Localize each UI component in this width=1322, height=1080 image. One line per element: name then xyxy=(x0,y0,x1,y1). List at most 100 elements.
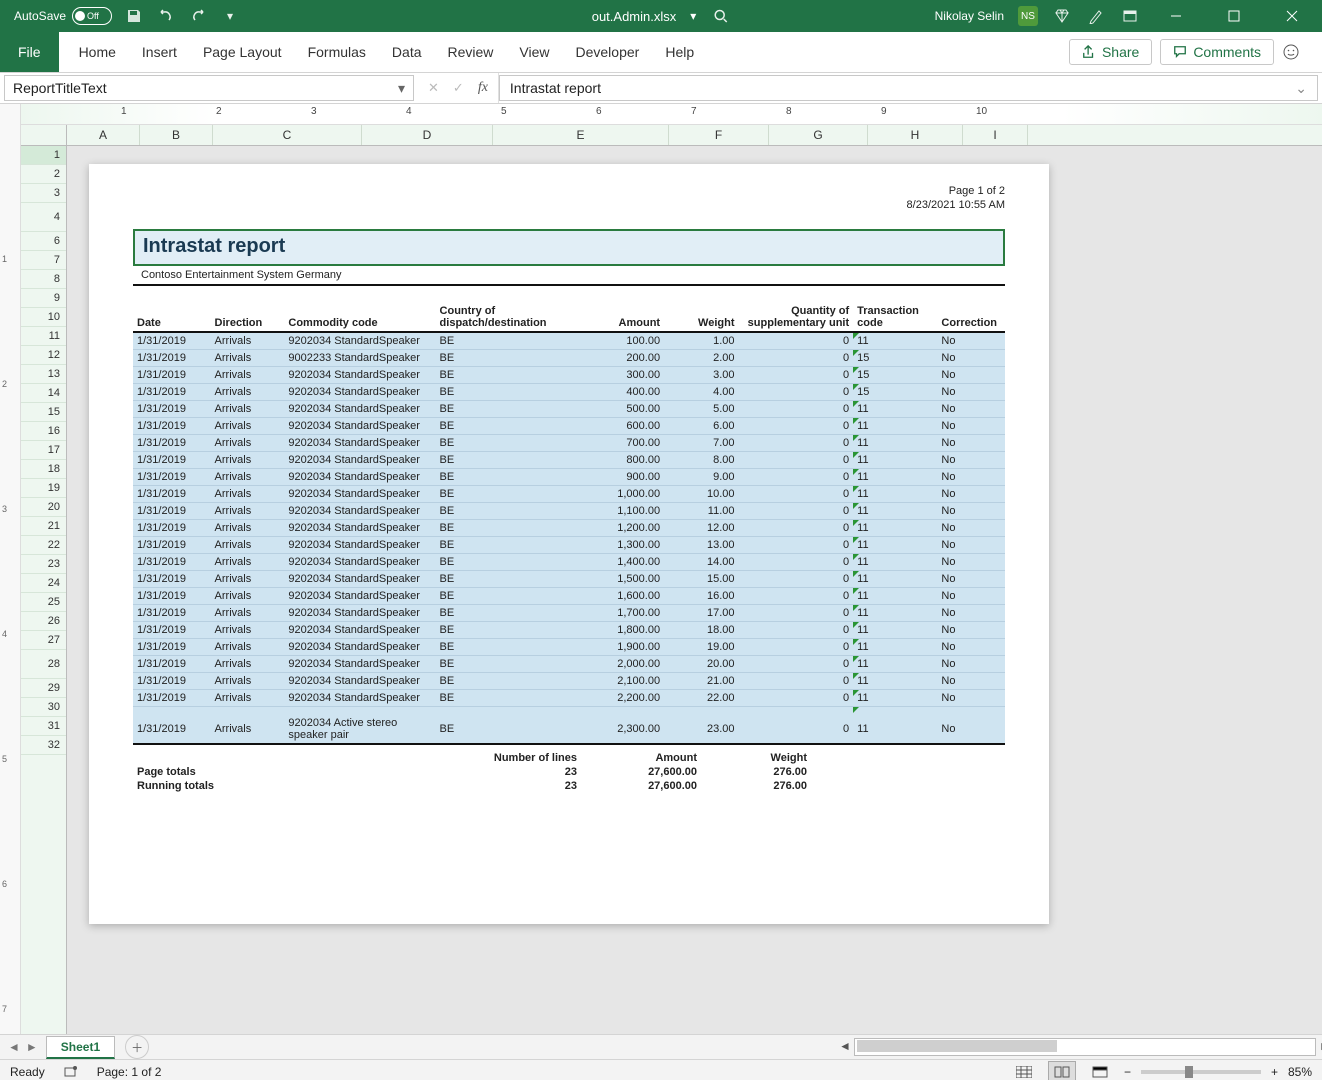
cell-ctry[interactable]: BE xyxy=(436,366,580,383)
cell-txn[interactable]: 11 xyxy=(853,621,937,638)
cell-amt[interactable]: 400.00 xyxy=(580,383,664,400)
cell-amt[interactable]: 700.00 xyxy=(580,434,664,451)
row-header[interactable]: 29 xyxy=(21,679,66,698)
cell-comm[interactable]: 9202034 StandardSpeaker xyxy=(284,689,435,706)
row-header[interactable]: 26 xyxy=(21,612,66,631)
cell-dir[interactable]: Arrivals xyxy=(211,570,285,587)
cell-comm[interactable]: 9202034 StandardSpeaker xyxy=(284,621,435,638)
cell-corr[interactable]: No xyxy=(937,502,1005,519)
cell-ctry[interactable]: BE xyxy=(436,383,580,400)
cell-txn[interactable]: 11 xyxy=(853,536,937,553)
ribbon-tab-developer[interactable]: Developer xyxy=(576,44,640,60)
cell-date[interactable]: 1/31/2019 xyxy=(133,502,211,519)
cell-corr[interactable]: No xyxy=(937,655,1005,672)
cell-date[interactable]: 1/31/2019 xyxy=(133,689,211,706)
cell-comm[interactable]: 9202034 StandardSpeaker xyxy=(284,451,435,468)
cell-amt[interactable]: 1,100.00 xyxy=(580,502,664,519)
select-all-triangle[interactable] xyxy=(21,125,67,146)
share-button[interactable]: Share xyxy=(1069,39,1152,65)
autosave-toggle[interactable]: AutoSave Off xyxy=(14,7,112,25)
cell-ctry[interactable]: BE xyxy=(436,689,580,706)
cell-wt[interactable]: 4.00 xyxy=(664,383,738,400)
cell-qty[interactable]: 0 xyxy=(739,366,854,383)
cell-dir[interactable]: Arrivals xyxy=(211,468,285,485)
file-tab[interactable]: File xyxy=(0,32,59,72)
table-row[interactable]: 1/31/2019Arrivals9202034 StandardSpeaker… xyxy=(133,468,1005,485)
cell-ctry[interactable]: BE xyxy=(436,451,580,468)
cell-amt[interactable]: 1,900.00 xyxy=(580,638,664,655)
hscroll-right-icon[interactable]: ► xyxy=(1317,1039,1322,1053)
formula-input[interactable]: Intrastat report ⌄ xyxy=(499,75,1318,101)
row-header[interactable]: 4 xyxy=(21,203,66,232)
cell-amt[interactable]: 1,700.00 xyxy=(580,604,664,621)
cell-qty[interactable]: 0 xyxy=(739,332,854,350)
table-row[interactable]: 1/31/2019Arrivals9202034 StandardSpeaker… xyxy=(133,689,1005,706)
row-header[interactable]: 8 xyxy=(21,270,66,289)
cell-dir[interactable]: Arrivals xyxy=(211,638,285,655)
cell-comm[interactable]: 9202034 StandardSpeaker xyxy=(284,519,435,536)
ribbon-tab-home[interactable]: Home xyxy=(79,44,116,60)
cell-date[interactable]: 1/31/2019 xyxy=(133,400,211,417)
cell-qty[interactable]: 0 xyxy=(739,672,854,689)
cell-amt[interactable]: 2,100.00 xyxy=(580,672,664,689)
cell-dir[interactable]: Arrivals xyxy=(211,332,285,350)
cell-date[interactable]: 1/31/2019 xyxy=(133,417,211,434)
cell-date[interactable]: 1/31/2019 xyxy=(133,655,211,672)
cell-wt[interactable]: 14.00 xyxy=(664,553,738,570)
cell-wt[interactable]: 8.00 xyxy=(664,451,738,468)
col-header-G[interactable]: G xyxy=(769,125,868,145)
cell-txn[interactable]: 11 xyxy=(853,485,937,502)
cell-date[interactable]: 1/31/2019 xyxy=(133,349,211,366)
table-row[interactable]: 1/31/2019Arrivals9202034 StandardSpeaker… xyxy=(133,655,1005,672)
cell-ctry[interactable]: BE xyxy=(436,638,580,655)
cell-dir[interactable]: Arrivals xyxy=(211,485,285,502)
cell-txn[interactable]: 11 xyxy=(853,655,937,672)
row-header[interactable]: 19 xyxy=(21,479,66,498)
cell-corr[interactable]: No xyxy=(937,621,1005,638)
cell-ctry[interactable]: BE xyxy=(436,468,580,485)
cell-date[interactable]: 1/31/2019 xyxy=(133,638,211,655)
cell-wt[interactable]: 16.00 xyxy=(664,587,738,604)
cell-qty[interactable]: 0 xyxy=(739,417,854,434)
cell-corr[interactable]: No xyxy=(937,434,1005,451)
row-header[interactable]: 6 xyxy=(21,232,66,251)
cell-comm[interactable]: 9202034 StandardSpeaker xyxy=(284,655,435,672)
row-header[interactable]: 22 xyxy=(21,536,66,555)
user-initials-badge[interactable]: NS xyxy=(1018,6,1038,26)
cell-qty[interactable]: 0 xyxy=(739,485,854,502)
cell-qty[interactable]: 0 xyxy=(739,655,854,672)
cell-ctry[interactable]: BE xyxy=(436,621,580,638)
cell-comm[interactable]: 9202034 StandardSpeaker xyxy=(284,485,435,502)
cell-corr[interactable]: No xyxy=(937,570,1005,587)
cell-comm[interactable]: 9202034 StandardSpeaker xyxy=(284,502,435,519)
row-header[interactable]: 31 xyxy=(21,717,66,736)
cell-ctry[interactable]: BE xyxy=(436,536,580,553)
column-headers[interactable]: ABCDEFGHI xyxy=(67,125,1322,146)
cell-dir[interactable]: Arrivals xyxy=(211,621,285,638)
cell-qty[interactable]: 0 xyxy=(739,706,854,744)
cell-corr[interactable]: No xyxy=(937,604,1005,621)
cell-dir[interactable]: Arrivals xyxy=(211,604,285,621)
cancel-formula-icon[interactable]: ✕ xyxy=(428,80,439,96)
horizontal-scrollbar[interactable]: ◄ ► xyxy=(854,1038,1316,1056)
cell-corr[interactable]: No xyxy=(937,689,1005,706)
cell-wt[interactable]: 11.00 xyxy=(664,502,738,519)
th-country[interactable]: Country of dispatch/destination xyxy=(436,302,580,332)
cell-comm[interactable]: 9202034 StandardSpeaker xyxy=(284,366,435,383)
table-row[interactable]: 1/31/2019Arrivals9202034 StandardSpeaker… xyxy=(133,451,1005,468)
cell-ctry[interactable]: BE xyxy=(436,349,580,366)
row-header[interactable]: 16 xyxy=(21,422,66,441)
cell-amt[interactable]: 1,500.00 xyxy=(580,570,664,587)
ribbon-tab-data[interactable]: Data xyxy=(392,44,422,60)
cell-txn[interactable]: 15 xyxy=(853,383,937,400)
cell-qty[interactable]: 0 xyxy=(739,468,854,485)
cell-date[interactable]: 1/31/2019 xyxy=(133,604,211,621)
cell-corr[interactable]: No xyxy=(937,332,1005,350)
cell-qty[interactable]: 0 xyxy=(739,434,854,451)
cell-comm[interactable]: 9202034 StandardSpeaker xyxy=(284,468,435,485)
cell-dir[interactable]: Arrivals xyxy=(211,502,285,519)
cell-wt[interactable]: 9.00 xyxy=(664,468,738,485)
cell-date[interactable]: 1/31/2019 xyxy=(133,587,211,604)
name-box[interactable]: ReportTitleText ▾ xyxy=(4,75,414,101)
cell-comm[interactable]: 9202034 StandardSpeaker xyxy=(284,672,435,689)
